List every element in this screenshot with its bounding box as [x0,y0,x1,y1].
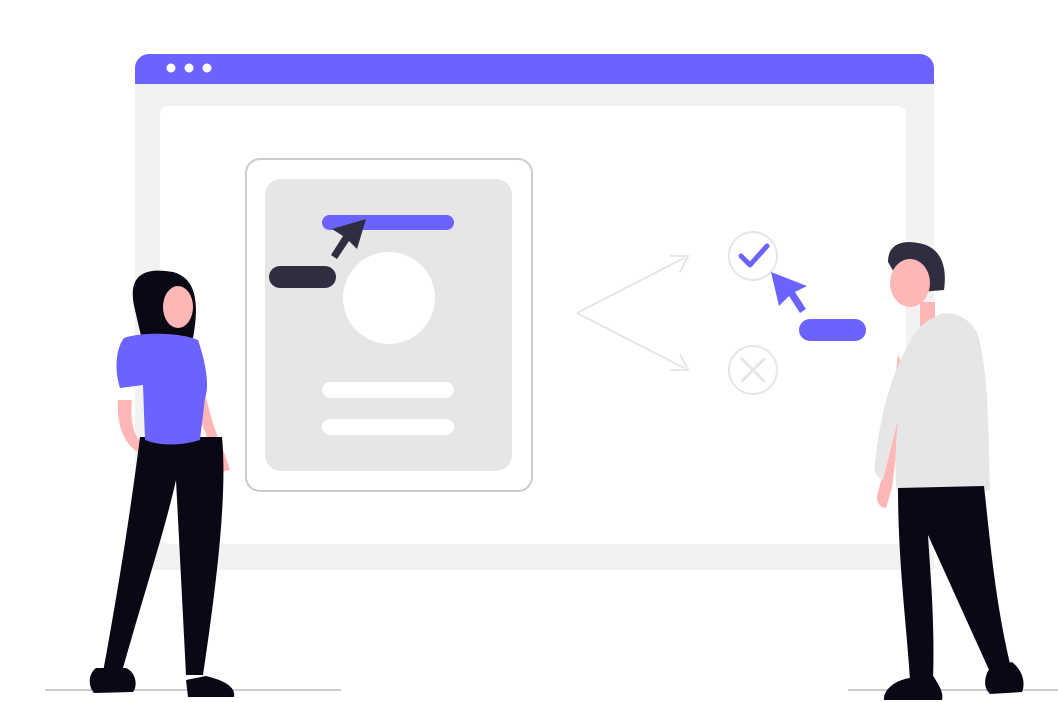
woman-right-shoe [186,676,235,697]
card-line-2 [322,419,454,435]
window-dots-icon [166,63,212,73]
man-pants [898,486,1010,680]
avatar-placeholder [343,252,435,344]
label-pill-accent [799,319,866,341]
man-left-shoe [883,674,943,700]
woman-face [163,286,193,328]
label-pill-dark [269,266,336,288]
woman-left-shoe [89,668,136,693]
reject-option [728,345,778,395]
onboarding-illustration [45,54,1058,700]
profile-card [245,158,533,492]
card-line-1 [322,382,454,398]
check-circle [728,231,778,281]
window-title-bar [135,54,934,84]
man-face [890,259,930,307]
